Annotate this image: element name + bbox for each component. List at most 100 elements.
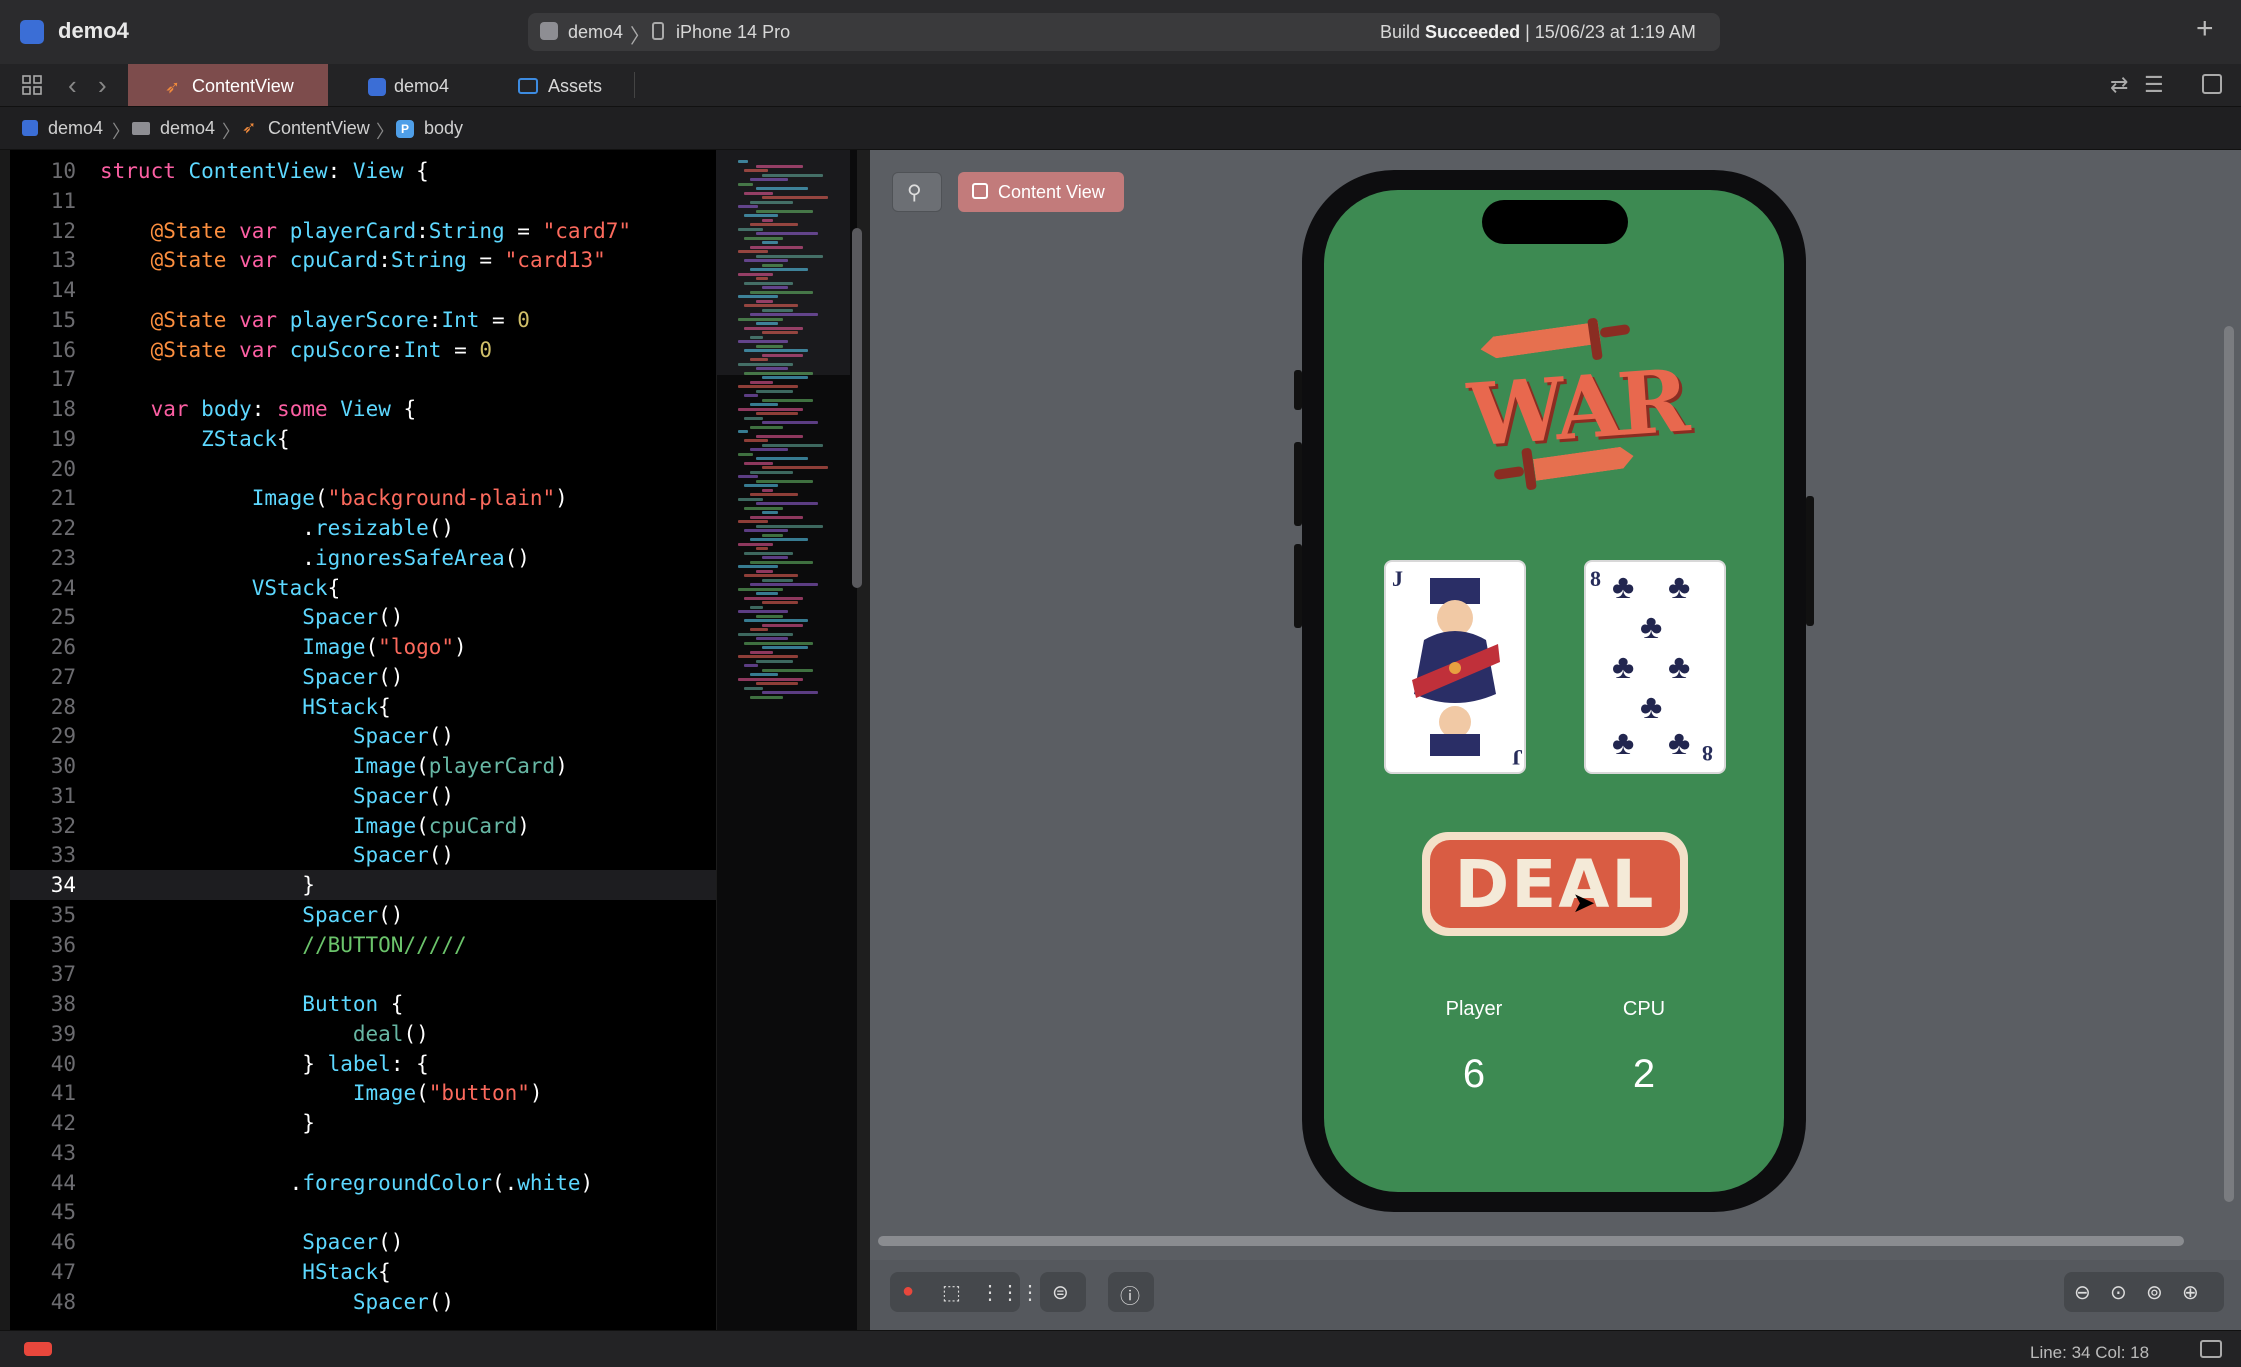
code-line[interactable]: 15 @State var playerScore:Int = 0	[10, 305, 716, 335]
code-line[interactable]: 23 .ignoresSafeArea()	[10, 543, 716, 573]
code-line[interactable]: 33 Spacer()	[10, 840, 716, 870]
device-settings-icon[interactable]: ⊜	[1052, 1280, 1069, 1305]
code-line[interactable]: 42 }	[10, 1108, 716, 1138]
editor-scrollbar[interactable]	[852, 228, 862, 588]
code-line[interactable]: 36 //BUTTON/////	[10, 930, 716, 960]
breadcrumb-item-symbol[interactable]: body	[424, 118, 463, 139]
grid-icon[interactable]	[22, 75, 42, 95]
code-text[interactable]: HStack{	[100, 1257, 391, 1287]
code-text[interactable]: Image("background-plain")	[100, 483, 568, 513]
code-line[interactable]: 39 deal()	[10, 1019, 716, 1049]
code-text[interactable]: .ignoresSafeArea()	[100, 543, 530, 573]
debug-toggle-icon[interactable]	[24, 1342, 52, 1356]
code-text[interactable]: Spacer()	[100, 662, 403, 692]
code-text[interactable]: Image(cpuCard)	[100, 811, 530, 841]
breadcrumb-item-file[interactable]: ContentView	[268, 118, 370, 139]
code-line[interactable]: 24 VStack{	[10, 573, 716, 603]
code-text[interactable]: struct ContentView: View {	[100, 156, 429, 186]
code-text[interactable]: Spacer()	[100, 602, 403, 632]
info-icon[interactable]: ⓘ	[1120, 1280, 1140, 1309]
code-line[interactable]: 40 } label: {	[10, 1049, 716, 1079]
code-text[interactable]: Spacer()	[100, 840, 454, 870]
add-icon[interactable]: +	[2196, 12, 2214, 46]
code-line[interactable]: 44 .foregroundColor(.white)	[10, 1168, 716, 1198]
canvas-vertical-scrollbar[interactable]	[2224, 326, 2234, 1202]
code-text[interactable]: deal()	[100, 1019, 429, 1049]
code-line[interactable]: 14	[10, 275, 716, 305]
code-text[interactable]: Image("button")	[100, 1078, 543, 1108]
code-line[interactable]: 41 Image("button")	[10, 1078, 716, 1108]
swap-arrows-icon[interactable]: ⇄	[2110, 72, 2128, 98]
code-line[interactable]: 27 Spacer()	[10, 662, 716, 692]
code-line[interactable]: 18 var body: some View {	[10, 394, 716, 424]
canvas-horizontal-scrollbar[interactable]	[878, 1236, 2184, 1246]
code-line[interactable]: 43	[10, 1138, 716, 1168]
code-text[interactable]: Image(playerCard)	[100, 751, 568, 781]
code-line[interactable]: 35 Spacer()	[10, 900, 716, 930]
code-text[interactable]: @State var cpuScore:Int = 0	[100, 335, 492, 365]
add-editor-icon[interactable]	[2202, 74, 2222, 94]
zoom-fit-icon[interactable]: ⊙	[2110, 1280, 2127, 1305]
code-line[interactable]: 29 Spacer()	[10, 721, 716, 751]
scheme-selector[interactable]: demo4	[568, 22, 623, 43]
zoom-out-icon[interactable]: ⊖	[2074, 1280, 2091, 1305]
breadcrumb-item-project[interactable]: demo4	[48, 118, 103, 139]
code-line[interactable]: 11	[10, 186, 716, 216]
code-text[interactable]: @State var playerScore:Int = 0	[100, 305, 530, 335]
code-text[interactable]: @State var playerCard:String = "card7"	[100, 216, 632, 246]
code-line[interactable]: 22 .resizable()	[10, 513, 716, 543]
deal-button-label[interactable]: DEAL	[1430, 846, 1680, 923]
code-line[interactable]: 12 @State var playerCard:String = "card7…	[10, 216, 716, 246]
code-line[interactable]: 37	[10, 959, 716, 989]
code-text[interactable]: var body: some View {	[100, 394, 417, 424]
code-text[interactable]: ZStack{	[100, 424, 290, 454]
code-line[interactable]: 20	[10, 454, 716, 484]
code-line[interactable]: 38 Button {	[10, 989, 716, 1019]
code-text[interactable]: }	[100, 1108, 315, 1138]
selectable-mode-icon[interactable]: ⬚	[942, 1280, 961, 1305]
tab-assets-label[interactable]: Assets	[548, 76, 602, 97]
xcode-project-icon[interactable]	[20, 20, 44, 44]
code-line[interactable]: 26 Image("logo")	[10, 632, 716, 662]
code-line[interactable]: 13 @State var cpuCard:String = "card13"	[10, 245, 716, 275]
content-view-label[interactable]: Content View	[998, 182, 1105, 203]
breadcrumb-item-folder[interactable]: demo4	[160, 118, 215, 139]
code-line[interactable]: 31 Spacer()	[10, 781, 716, 811]
back-arrow-icon[interactable]: ‹	[68, 70, 77, 101]
code-text[interactable]: } label: {	[100, 1049, 428, 1079]
zoom-actual-icon[interactable]: ⊚	[2146, 1280, 2163, 1305]
code-line[interactable]: 47 HStack{	[10, 1257, 716, 1287]
editor-options-icon[interactable]: ☰	[2144, 72, 2164, 98]
tab-demo4-label[interactable]: demo4	[394, 76, 449, 97]
code-text[interactable]: //BUTTON/////	[100, 930, 466, 960]
code-text[interactable]: Spacer()	[100, 1227, 403, 1257]
code-text[interactable]: .foregroundColor(.white)	[100, 1168, 593, 1198]
code-text[interactable]: Image("logo")	[100, 632, 466, 662]
code-text[interactable]: Spacer()	[100, 1287, 454, 1317]
code-text[interactable]: Spacer()	[100, 900, 403, 930]
code-text[interactable]: }	[100, 870, 315, 900]
code-text[interactable]: .resizable()	[100, 513, 454, 543]
code-text[interactable]: Spacer()	[100, 781, 454, 811]
code-text[interactable]: VStack{	[100, 573, 341, 603]
code-text[interactable]: HStack{	[100, 692, 391, 722]
code-line[interactable]: 17	[10, 364, 716, 394]
code-line[interactable]: 46 Spacer()	[10, 1227, 716, 1257]
code-line[interactable]: 45	[10, 1197, 716, 1227]
code-text[interactable]: Button {	[100, 989, 403, 1019]
variants-icon[interactable]: ⋮⋮⋮	[980, 1280, 1040, 1305]
code-line[interactable]: 30 Image(playerCard)	[10, 751, 716, 781]
debug-area-icon[interactable]	[2200, 1340, 2222, 1358]
tab-contentview-label[interactable]: ContentView	[192, 76, 294, 97]
code-line[interactable]: 10 struct ContentView: View {	[10, 156, 716, 186]
code-line[interactable]: 25 Spacer()	[10, 602, 716, 632]
code-line[interactable]: 34 }	[10, 870, 716, 900]
code-line[interactable]: 16 @State var cpuScore:Int = 0	[10, 335, 716, 365]
code-text[interactable]: Spacer()	[100, 721, 454, 751]
zoom-in-icon[interactable]: ⊕	[2182, 1280, 2199, 1305]
run-destination-selector[interactable]: iPhone 14 Pro	[676, 22, 790, 43]
code-line[interactable]: 32 Image(cpuCard)	[10, 811, 716, 841]
code-line[interactable]: 19 ZStack{	[10, 424, 716, 454]
code-line[interactable]: 21 Image("background-plain")	[10, 483, 716, 513]
code-line[interactable]: 28 HStack{	[10, 692, 716, 722]
